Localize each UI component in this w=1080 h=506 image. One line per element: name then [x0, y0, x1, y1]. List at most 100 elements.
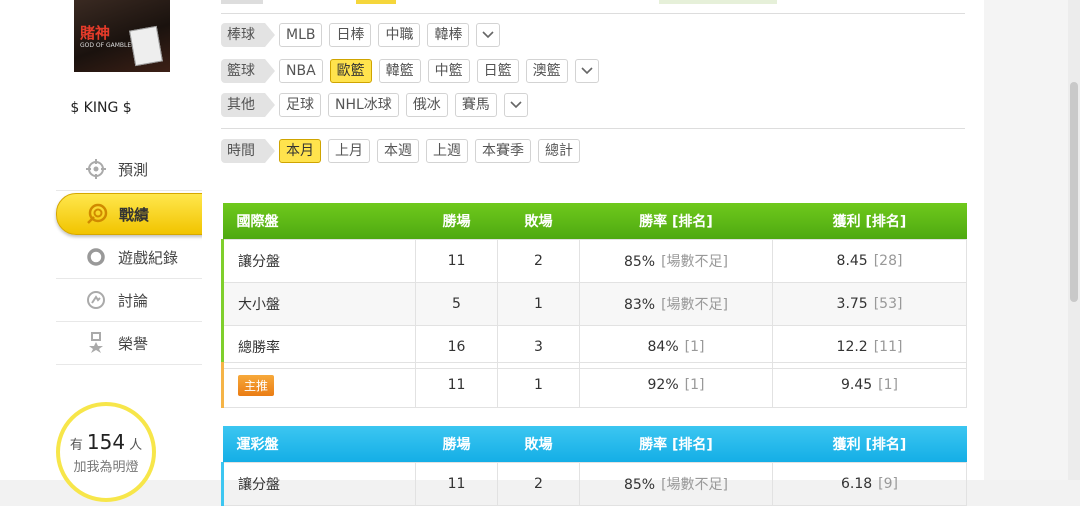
win-rate: 84% — [647, 339, 679, 355]
filter-category-label: 其他 — [221, 93, 275, 117]
column-header: 獲利 [排名] — [772, 426, 967, 463]
filter-option[interactable]: 上月 — [328, 139, 370, 163]
column-header: 運彩盤 — [222, 426, 416, 463]
filter-option[interactable]: 俄冰 — [405, 93, 448, 117]
filter-option[interactable]: 上週 — [426, 139, 468, 163]
profit: 3.75 — [836, 296, 868, 312]
win-rate-cell: 85% [場數不足] — [579, 462, 773, 506]
chevron-down-icon — [482, 31, 495, 39]
profit-rank: [28] — [873, 253, 903, 269]
profit-cell: 9.45 [1] — [772, 362, 967, 408]
right-gutter — [984, 0, 1080, 480]
filter-option[interactable]: 中籃 — [427, 59, 470, 83]
playing-card-image — [129, 25, 163, 67]
profit-rank: [53] — [873, 296, 903, 312]
filter-option[interactable]: 中職 — [378, 23, 421, 47]
win-rate-cell: 92% [1] — [579, 362, 773, 408]
loss-count: 2 — [497, 462, 580, 506]
nav-item-honor[interactable]: 榮譽 — [56, 322, 202, 365]
nav-item-label: 討論 — [118, 291, 149, 310]
expand-more-button[interactable] — [574, 59, 599, 83]
table-row: 讓分盤 11 2 85% [場數不足] 6.18 [9] — [221, 462, 967, 506]
scrollbar[interactable] — [1068, 0, 1080, 480]
filter-category-label: 籃球 — [221, 59, 275, 83]
chat-bubble-icon — [84, 288, 108, 312]
profit-cell: 3.75 [53] — [772, 282, 967, 326]
crosshair-icon — [84, 157, 108, 181]
column-header: 國際盤 — [222, 203, 416, 240]
profit: 12.2 — [836, 339, 868, 355]
win-rate-rank: [場數不足] — [661, 297, 729, 313]
filter-option[interactable]: 本週 — [377, 139, 419, 163]
column-header: 勝場 — [415, 426, 498, 463]
scrollbar-thumb[interactable] — [1070, 82, 1078, 302]
fans-suffix: 人 — [129, 438, 143, 453]
filter-row-other: 其他 足球 NHL冰球 俄冰 賽馬 — [221, 91, 528, 119]
filter-option-active[interactable]: 本月 — [279, 139, 321, 163]
filter-option[interactable]: 總計 — [538, 139, 580, 163]
profit: 8.45 — [836, 253, 868, 269]
fans-prefix: 有 — [69, 438, 83, 453]
loss-count: 1 — [497, 282, 580, 326]
main-pick-table: 主推 11 1 92% [1] 9.45 [1] — [221, 362, 967, 408]
filter-option[interactable]: MLB — [279, 23, 323, 47]
fans-count-line: 有 154 人 — [60, 430, 152, 454]
expand-more-button[interactable] — [503, 93, 528, 117]
main-pick-badge: 主推 — [238, 374, 275, 396]
column-header: 獲利 [排名] — [772, 203, 967, 240]
win-rate-cell: 85% [場數不足] — [579, 239, 773, 283]
table-row: 讓分盤 11 2 85% [場數不足] 8.45 [28] — [221, 239, 967, 283]
profit-cell: 6.18 [9] — [772, 462, 967, 506]
table-row: 大小盤 5 1 83% [場數不足] 3.75 [53] — [221, 282, 967, 326]
win-rate: 85% — [623, 477, 656, 493]
filter-option[interactable]: 足球 — [279, 93, 321, 117]
win-rate: 92% — [647, 377, 679, 393]
nav-item-record[interactable]: 戰績 — [56, 193, 219, 235]
filter-option[interactable]: NBA — [279, 59, 323, 83]
nav-item-label: 預測 — [118, 160, 149, 179]
win-count: 11 — [415, 462, 498, 506]
follow-cta[interactable]: 加我為明燈 — [60, 456, 152, 475]
filter-option[interactable]: 賽馬 — [454, 93, 497, 117]
row-name: 讓分盤 — [221, 462, 416, 506]
sidebar: 賭神 GOD OF GAMBLERS $ KING $ 預測 戰績 遊戲紀錄 討… — [0, 0, 219, 502]
filter-option[interactable]: 本賽季 — [475, 139, 531, 163]
profit-rank: [9] — [878, 476, 898, 492]
win-count: 5 — [415, 282, 498, 326]
nav-item-label: 遊戲紀錄 — [118, 248, 179, 267]
fans-badge[interactable]: 有 154 人 加我為明燈 — [56, 402, 156, 502]
nav-item-game-history[interactable]: 遊戲紀錄 — [56, 236, 202, 279]
filter-option[interactable]: 日籃 — [476, 59, 519, 83]
win-rate-rank: [場數不足] — [661, 477, 729, 493]
chevron-down-icon — [510, 101, 522, 109]
top-tab-active[interactable] — [356, 0, 396, 4]
filter-option[interactable]: 韓棒 — [427, 23, 470, 47]
table-row-main-pick: 主推 11 1 92% [1] 9.45 [1] — [221, 362, 967, 408]
top-tab[interactable] — [659, 0, 777, 4]
award-ribbon-icon — [84, 331, 108, 355]
target-badge-icon — [85, 202, 109, 226]
top-tab[interactable] — [221, 0, 263, 4]
filter-option[interactable]: 韓籃 — [378, 59, 421, 83]
expand-more-button[interactable] — [476, 23, 501, 47]
international-stats-table: 國際盤 勝場 敗場 勝率 [排名] 獲利 [排名] 讓分盤 11 2 85% [場… — [221, 203, 967, 369]
filter-option[interactable]: 日棒 — [329, 23, 372, 47]
profit-rank: [11] — [873, 339, 903, 355]
nav-item-predict[interactable]: 預測 — [56, 148, 202, 191]
filter-option[interactable]: 澳籃 — [525, 59, 568, 83]
filter-option[interactable]: NHL冰球 — [328, 93, 399, 117]
profit: 6.18 — [840, 476, 873, 492]
win-rate-cell: 83% [場數不足] — [579, 282, 773, 326]
filter-row-baseball: 棒球 MLB 日棒 中職 韓棒 — [221, 21, 501, 49]
avatar[interactable]: 賭神 GOD OF GAMBLERS — [74, 0, 170, 72]
row-name: 大小盤 — [221, 282, 416, 326]
nav-item-discussion[interactable]: 討論 — [56, 279, 202, 322]
profit-rank: [1] — [878, 377, 898, 393]
table-header-row: 運彩盤 勝場 敗場 勝率 [排名] 獲利 [排名] — [222, 426, 967, 463]
filter-option-active[interactable]: 歐籃 — [329, 59, 372, 83]
filter-row-basketball: 籃球 NBA 歐籃 韓籃 中籃 日籃 澳籃 — [221, 57, 599, 85]
nav-item-label: 戰績 — [119, 205, 150, 224]
column-header: 敗場 — [497, 426, 580, 463]
lottery-stats-table: 運彩盤 勝場 敗場 勝率 [排名] 獲利 [排名] 讓分盤 11 2 85% [場… — [221, 426, 967, 506]
profit: 9.45 — [840, 377, 873, 393]
